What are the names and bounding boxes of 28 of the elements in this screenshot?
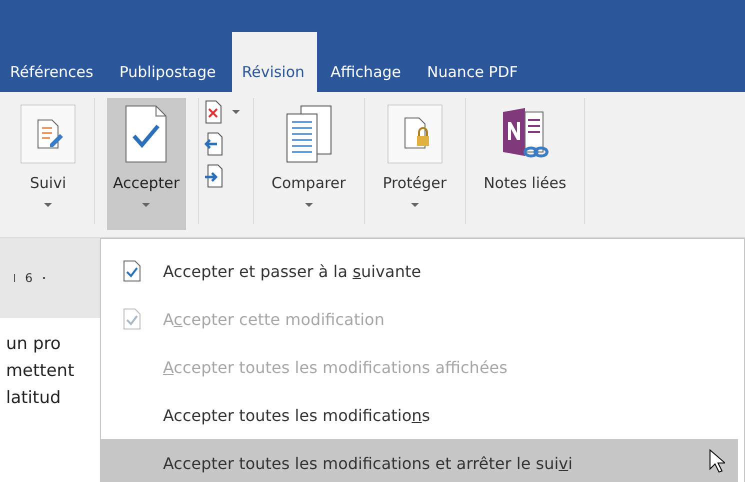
ribbon-tab[interactable]: Publipostage <box>109 32 228 92</box>
track-changes-icon <box>20 104 76 164</box>
previous-icon[interactable] <box>202 132 223 156</box>
caret-icon[interactable] <box>230 109 241 115</box>
ribbon-button[interactable]: Suivi <box>14 98 82 230</box>
accept-icon <box>123 260 141 282</box>
ribbon-tab[interactable]: Nuance PDF <box>417 32 530 92</box>
document-text: un pro <box>6 333 61 356</box>
protect-document-icon <box>386 104 443 164</box>
ribbon-button[interactable]: Notes liées <box>478 98 572 230</box>
ribbon-tab[interactable]: Références <box>0 32 106 92</box>
ribbon-button[interactable]: Accepter <box>107 98 186 230</box>
ruler-number: 6 <box>25 271 33 285</box>
menu-item[interactable]: Accepter et passer à la suivante <box>101 247 738 295</box>
reject-icon[interactable] <box>202 100 223 124</box>
menu-item[interactable]: Accepter toutes les modifications <box>101 391 738 439</box>
document-text: latitud <box>6 387 61 410</box>
ribbon-tab[interactable]: Affichage <box>320 32 414 92</box>
next-icon[interactable] <box>202 164 223 188</box>
ribbon-button[interactable]: Comparer <box>266 98 352 230</box>
menu-item[interactable]: Accepter toutes les modifications et arrêter le suivi <box>101 439 738 482</box>
ruler-tick <box>14 274 15 282</box>
document-text: mettent <box>6 360 74 383</box>
ruler-tick <box>42 277 45 279</box>
ribbon-button[interactable]: Protéger <box>376 98 453 230</box>
mouse-cursor-icon <box>709 449 725 473</box>
accept-icon <box>123 308 141 330</box>
ribbon-tab[interactable]: Révision <box>232 32 317 92</box>
